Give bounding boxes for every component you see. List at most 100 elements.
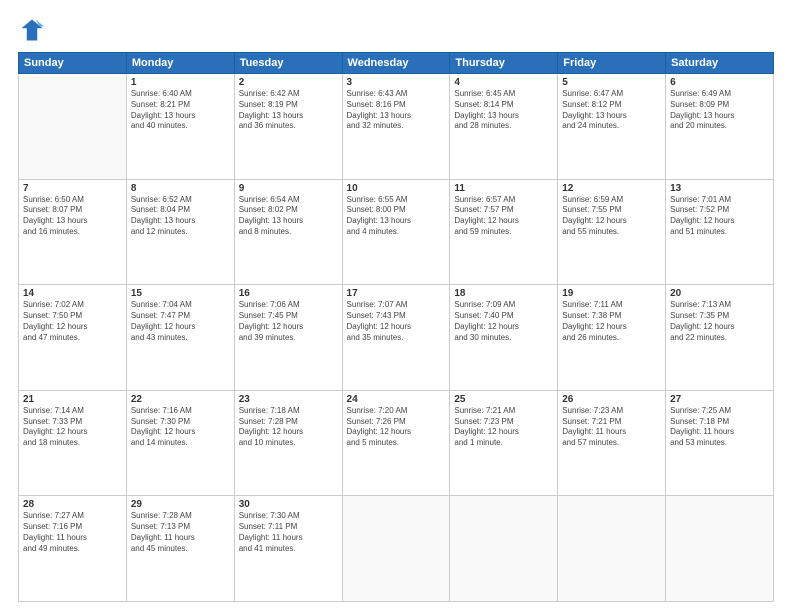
day-number: 9	[239, 183, 338, 194]
calendar-body: 1Sunrise: 6:40 AM Sunset: 8:21 PM Daylig…	[19, 74, 774, 602]
weekday-header-tuesday: Tuesday	[234, 53, 342, 74]
day-info: Sunrise: 7:23 AM Sunset: 7:21 PM Dayligh…	[562, 406, 661, 449]
day-cell: 21Sunrise: 7:14 AM Sunset: 7:33 PM Dayli…	[19, 390, 127, 496]
day-cell: 25Sunrise: 7:21 AM Sunset: 7:23 PM Dayli…	[450, 390, 558, 496]
day-cell: 29Sunrise: 7:28 AM Sunset: 7:13 PM Dayli…	[126, 496, 234, 602]
day-cell: 13Sunrise: 7:01 AM Sunset: 7:52 PM Dayli…	[666, 179, 774, 285]
day-info: Sunrise: 7:07 AM Sunset: 7:43 PM Dayligh…	[347, 300, 446, 343]
day-info: Sunrise: 6:50 AM Sunset: 8:07 PM Dayligh…	[23, 195, 122, 238]
day-info: Sunrise: 6:52 AM Sunset: 8:04 PM Dayligh…	[131, 195, 230, 238]
day-number: 26	[562, 394, 661, 405]
day-cell: 19Sunrise: 7:11 AM Sunset: 7:38 PM Dayli…	[558, 285, 666, 391]
day-info: Sunrise: 7:02 AM Sunset: 7:50 PM Dayligh…	[23, 300, 122, 343]
day-cell: 12Sunrise: 6:59 AM Sunset: 7:55 PM Dayli…	[558, 179, 666, 285]
page: SundayMondayTuesdayWednesdayThursdayFrid…	[0, 0, 792, 612]
day-info: Sunrise: 7:25 AM Sunset: 7:18 PM Dayligh…	[670, 406, 769, 449]
day-number: 22	[131, 394, 230, 405]
day-number: 29	[131, 499, 230, 510]
day-cell: 14Sunrise: 7:02 AM Sunset: 7:50 PM Dayli…	[19, 285, 127, 391]
day-cell: 20Sunrise: 7:13 AM Sunset: 7:35 PM Dayli…	[666, 285, 774, 391]
day-cell	[19, 74, 127, 180]
day-info: Sunrise: 6:42 AM Sunset: 8:19 PM Dayligh…	[239, 89, 338, 132]
day-cell: 6Sunrise: 6:49 AM Sunset: 8:09 PM Daylig…	[666, 74, 774, 180]
day-cell: 9Sunrise: 6:54 AM Sunset: 8:02 PM Daylig…	[234, 179, 342, 285]
day-cell: 10Sunrise: 6:55 AM Sunset: 8:00 PM Dayli…	[342, 179, 450, 285]
day-number: 30	[239, 499, 338, 510]
day-info: Sunrise: 7:27 AM Sunset: 7:16 PM Dayligh…	[23, 511, 122, 554]
day-cell: 30Sunrise: 7:30 AM Sunset: 7:11 PM Dayli…	[234, 496, 342, 602]
day-number: 27	[670, 394, 769, 405]
day-number: 8	[131, 183, 230, 194]
day-info: Sunrise: 7:21 AM Sunset: 7:23 PM Dayligh…	[454, 406, 553, 449]
day-cell: 3Sunrise: 6:43 AM Sunset: 8:16 PM Daylig…	[342, 74, 450, 180]
weekday-header-sunday: Sunday	[19, 53, 127, 74]
day-cell: 27Sunrise: 7:25 AM Sunset: 7:18 PM Dayli…	[666, 390, 774, 496]
day-info: Sunrise: 6:45 AM Sunset: 8:14 PM Dayligh…	[454, 89, 553, 132]
day-number: 13	[670, 183, 769, 194]
day-info: Sunrise: 6:59 AM Sunset: 7:55 PM Dayligh…	[562, 195, 661, 238]
day-number: 14	[23, 288, 122, 299]
weekday-row: SundayMondayTuesdayWednesdayThursdayFrid…	[19, 53, 774, 74]
day-number: 23	[239, 394, 338, 405]
day-number: 4	[454, 77, 553, 88]
day-number: 24	[347, 394, 446, 405]
day-number: 16	[239, 288, 338, 299]
day-cell: 16Sunrise: 7:06 AM Sunset: 7:45 PM Dayli…	[234, 285, 342, 391]
weekday-header-friday: Friday	[558, 53, 666, 74]
day-cell: 4Sunrise: 6:45 AM Sunset: 8:14 PM Daylig…	[450, 74, 558, 180]
day-info: Sunrise: 6:43 AM Sunset: 8:16 PM Dayligh…	[347, 89, 446, 132]
day-info: Sunrise: 6:40 AM Sunset: 8:21 PM Dayligh…	[131, 89, 230, 132]
day-info: Sunrise: 6:55 AM Sunset: 8:00 PM Dayligh…	[347, 195, 446, 238]
day-number: 12	[562, 183, 661, 194]
day-number: 20	[670, 288, 769, 299]
header	[18, 16, 774, 44]
logo	[18, 16, 50, 44]
day-number: 5	[562, 77, 661, 88]
day-cell: 28Sunrise: 7:27 AM Sunset: 7:16 PM Dayli…	[19, 496, 127, 602]
day-cell	[666, 496, 774, 602]
day-number: 15	[131, 288, 230, 299]
day-cell	[342, 496, 450, 602]
logo-icon	[18, 16, 46, 44]
day-cell: 11Sunrise: 6:57 AM Sunset: 7:57 PM Dayli…	[450, 179, 558, 285]
day-cell: 7Sunrise: 6:50 AM Sunset: 8:07 PM Daylig…	[19, 179, 127, 285]
day-info: Sunrise: 7:16 AM Sunset: 7:30 PM Dayligh…	[131, 406, 230, 449]
day-info: Sunrise: 7:28 AM Sunset: 7:13 PM Dayligh…	[131, 511, 230, 554]
week-row-4: 21Sunrise: 7:14 AM Sunset: 7:33 PM Dayli…	[19, 390, 774, 496]
weekday-header-monday: Monday	[126, 53, 234, 74]
day-number: 1	[131, 77, 230, 88]
week-row-1: 1Sunrise: 6:40 AM Sunset: 8:21 PM Daylig…	[19, 74, 774, 180]
day-info: Sunrise: 7:01 AM Sunset: 7:52 PM Dayligh…	[670, 195, 769, 238]
week-row-2: 7Sunrise: 6:50 AM Sunset: 8:07 PM Daylig…	[19, 179, 774, 285]
day-cell: 18Sunrise: 7:09 AM Sunset: 7:40 PM Dayli…	[450, 285, 558, 391]
day-number: 18	[454, 288, 553, 299]
day-info: Sunrise: 7:09 AM Sunset: 7:40 PM Dayligh…	[454, 300, 553, 343]
day-number: 17	[347, 288, 446, 299]
day-number: 7	[23, 183, 122, 194]
day-cell: 5Sunrise: 6:47 AM Sunset: 8:12 PM Daylig…	[558, 74, 666, 180]
day-number: 19	[562, 288, 661, 299]
weekday-header-saturday: Saturday	[666, 53, 774, 74]
week-row-5: 28Sunrise: 7:27 AM Sunset: 7:16 PM Dayli…	[19, 496, 774, 602]
day-cell: 22Sunrise: 7:16 AM Sunset: 7:30 PM Dayli…	[126, 390, 234, 496]
day-number: 11	[454, 183, 553, 194]
weekday-header-wednesday: Wednesday	[342, 53, 450, 74]
day-cell: 23Sunrise: 7:18 AM Sunset: 7:28 PM Dayli…	[234, 390, 342, 496]
day-info: Sunrise: 7:14 AM Sunset: 7:33 PM Dayligh…	[23, 406, 122, 449]
day-info: Sunrise: 7:04 AM Sunset: 7:47 PM Dayligh…	[131, 300, 230, 343]
day-cell: 8Sunrise: 6:52 AM Sunset: 8:04 PM Daylig…	[126, 179, 234, 285]
day-info: Sunrise: 6:47 AM Sunset: 8:12 PM Dayligh…	[562, 89, 661, 132]
day-number: 2	[239, 77, 338, 88]
day-cell: 2Sunrise: 6:42 AM Sunset: 8:19 PM Daylig…	[234, 74, 342, 180]
day-cell: 1Sunrise: 6:40 AM Sunset: 8:21 PM Daylig…	[126, 74, 234, 180]
day-number: 25	[454, 394, 553, 405]
day-info: Sunrise: 6:49 AM Sunset: 8:09 PM Dayligh…	[670, 89, 769, 132]
calendar: SundayMondayTuesdayWednesdayThursdayFrid…	[18, 52, 774, 602]
day-info: Sunrise: 7:20 AM Sunset: 7:26 PM Dayligh…	[347, 406, 446, 449]
day-cell	[450, 496, 558, 602]
week-row-3: 14Sunrise: 7:02 AM Sunset: 7:50 PM Dayli…	[19, 285, 774, 391]
day-info: Sunrise: 7:18 AM Sunset: 7:28 PM Dayligh…	[239, 406, 338, 449]
day-info: Sunrise: 7:11 AM Sunset: 7:38 PM Dayligh…	[562, 300, 661, 343]
day-cell: 26Sunrise: 7:23 AM Sunset: 7:21 PM Dayli…	[558, 390, 666, 496]
day-info: Sunrise: 6:54 AM Sunset: 8:02 PM Dayligh…	[239, 195, 338, 238]
